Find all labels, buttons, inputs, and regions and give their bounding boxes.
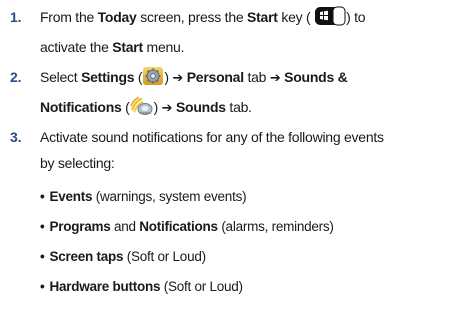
text-fragment: activate the xyxy=(40,39,113,55)
sounds-and-label: Sounds & xyxy=(284,69,348,85)
arrow-icon: ➔ xyxy=(269,71,281,86)
bullet-icon: • xyxy=(40,189,45,204)
today-label: Today xyxy=(97,9,137,25)
step-text: From the Today screen, press the Start k… xyxy=(40,4,470,60)
text-fragment: screen, press the xyxy=(136,9,248,25)
step-number: 3. xyxy=(10,129,22,145)
arrow-icon: ➔ xyxy=(161,101,173,116)
bullet-icon: • xyxy=(40,279,45,294)
sounds-notifications-icon xyxy=(129,96,154,124)
personal-label: Personal xyxy=(186,69,244,85)
screen-taps-label: Screen taps xyxy=(49,249,124,264)
notifications-label: Notifications xyxy=(139,219,218,234)
bullet-icon: • xyxy=(40,219,45,234)
text-fragment: ( xyxy=(134,69,143,85)
text-fragment: by selecting: xyxy=(40,155,115,171)
start-label: Start xyxy=(247,9,278,25)
notifications-label: Notifications xyxy=(40,99,122,115)
text-fragment: (warnings, system events) xyxy=(92,189,247,204)
text-fragment: From the xyxy=(40,9,98,25)
events-label: Events xyxy=(49,189,93,204)
text-fragment: menu. xyxy=(142,39,185,55)
step-number: 1. xyxy=(10,9,22,25)
text-fragment: tab xyxy=(243,69,270,85)
bullet-icon: • xyxy=(40,249,45,264)
text-fragment: ) to xyxy=(346,9,366,25)
text-fragment: tab. xyxy=(225,99,252,115)
text-fragment: (Soft or Loud) xyxy=(160,279,243,294)
sounds-label: Sounds xyxy=(175,99,226,115)
text-fragment: Select xyxy=(40,69,82,85)
settings-label: Settings xyxy=(81,69,135,85)
hardware-buttons-label: Hardware buttons xyxy=(49,279,161,294)
text-fragment: ( xyxy=(121,99,130,115)
list-item: • Events (warnings, system events) xyxy=(40,184,470,214)
text-fragment: (Soft or Loud) xyxy=(123,249,206,264)
text-fragment: Activate sound notifications for any of … xyxy=(40,129,384,145)
step-text: Select Settings ( ) ➔ Personal tab ➔ Sou… xyxy=(40,64,470,124)
step-number: 2. xyxy=(10,69,22,85)
settings-gear-icon xyxy=(142,66,164,94)
list-item: • Screen taps (Soft or Loud) xyxy=(40,244,470,274)
text-fragment: (alarms, reminders) xyxy=(217,219,334,234)
text-fragment: and xyxy=(110,219,140,234)
arrow-icon: ➔ xyxy=(172,71,184,86)
instruction-document: 1. From the Today screen, press the Star… xyxy=(0,0,472,314)
text-fragment: ) xyxy=(153,99,162,115)
start-label: Start xyxy=(112,39,143,55)
text-fragment: key ( xyxy=(277,9,311,25)
list-item: • Hardware buttons (Soft or Loud) xyxy=(40,274,470,304)
step-text: Activate sound notifications for any of … xyxy=(40,124,470,176)
programs-label: Programs xyxy=(49,219,111,234)
windows-start-key-icon xyxy=(314,6,346,34)
event-list: • Events (warnings, system events) • Progr… xyxy=(40,184,470,304)
list-item: • Programs and Notifications (alarms, rem… xyxy=(40,214,470,244)
